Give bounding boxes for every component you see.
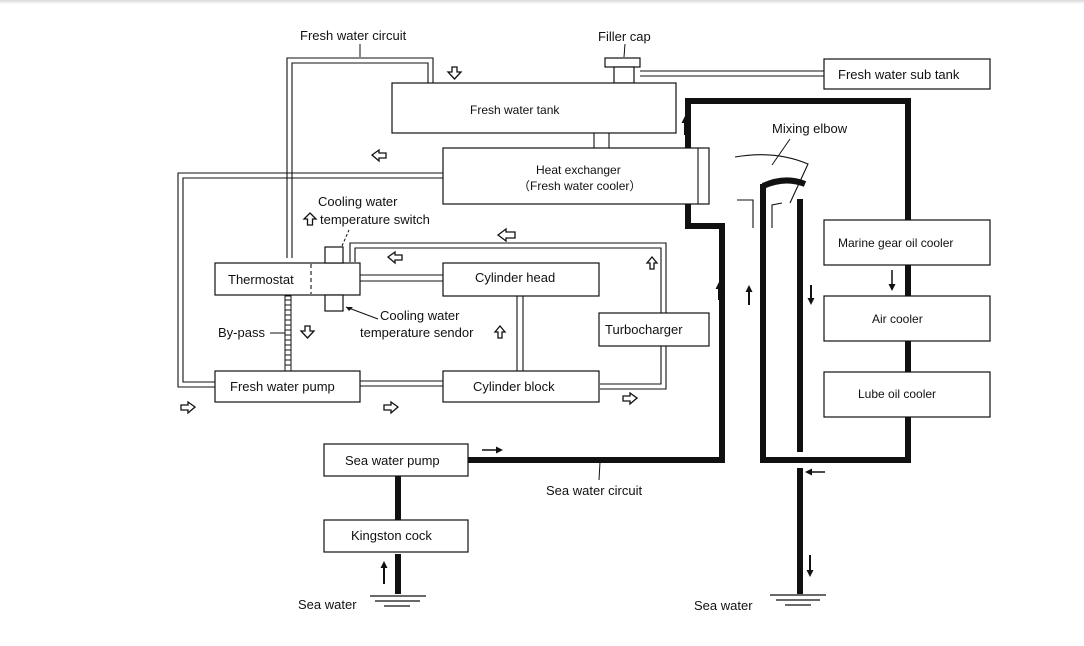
sea-water-inlet-ground xyxy=(370,595,426,607)
filler-cap-label: Filler cap xyxy=(598,29,651,44)
sea-water-pump-label: Sea water pump xyxy=(345,453,440,468)
hollow-arrow-up-icon xyxy=(493,324,507,339)
temperature-sensor-body xyxy=(324,294,344,312)
temperature-switch-leader xyxy=(341,229,350,247)
filler-cap-leader xyxy=(623,43,626,58)
temp-sensor-label-line2: temperature sendor xyxy=(360,325,474,340)
solid-arrow-down-icon xyxy=(888,270,896,291)
bypass-pipe xyxy=(284,295,292,372)
temp-switch-label-line2: temperature switch xyxy=(320,212,430,227)
fresh-water-tank-label: Fresh water tank xyxy=(470,103,560,117)
temperature-switch-body xyxy=(324,246,344,264)
mixing-elbow-label: Mixing elbow xyxy=(772,121,848,136)
sea-water-circuit-leader xyxy=(598,461,601,481)
air-cooler-label: Air cooler xyxy=(872,312,923,326)
solid-arrow-down-icon xyxy=(806,555,814,577)
cylinder-head-label: Cylinder head xyxy=(475,270,555,285)
marine-gear-oil-cooler-label: Marine gear oil cooler xyxy=(838,236,953,250)
sea-water-inlet-label: Sea water xyxy=(298,597,357,612)
lube-oil-cooler-label: Lube oil cooler xyxy=(858,387,936,401)
solid-arrow-right-icon xyxy=(482,446,503,454)
bypass-label: By-pass xyxy=(218,325,265,340)
hollow-arrow-right-icon xyxy=(180,400,197,415)
kingston-cock-label: Kingston cock xyxy=(351,528,432,543)
turbocharger-label: Turbocharger xyxy=(605,322,683,337)
fresh-water-sub-tank-label: Fresh water sub tank xyxy=(838,67,960,82)
solid-arrow-down-icon xyxy=(807,285,815,305)
temp-switch-label-line1: Cooling water xyxy=(318,194,398,209)
hollow-arrow-left-icon xyxy=(370,148,387,163)
cooling-system-diagram: Fresh water circuit Filler cap Fresh wat… xyxy=(177,28,991,613)
hollow-arrow-up-icon xyxy=(645,255,659,270)
thermostat-label: Thermostat xyxy=(228,272,294,287)
mixing-elbow-leader xyxy=(771,138,791,166)
temp-sensor-label-line1: Cooling water xyxy=(380,308,460,323)
fresh-water-pump-label: Fresh water pump xyxy=(230,379,335,394)
hollow-arrow-up-icon xyxy=(302,212,318,226)
fresh-water-circuit-label: Fresh water circuit xyxy=(300,28,407,43)
hollow-arrow-down-icon xyxy=(446,66,463,80)
hollow-arrow-left-icon xyxy=(386,250,403,265)
solid-arrow-up-icon xyxy=(745,285,753,305)
filler-cap xyxy=(604,57,641,84)
hollow-arrow-right-icon xyxy=(383,400,400,415)
sea-water-outlet-label: Sea water xyxy=(694,598,753,613)
solid-arrow-up-icon xyxy=(380,561,388,584)
cylinder-block-label: Cylinder block xyxy=(473,379,555,394)
heat-exchanger-label: Heat exchanger xyxy=(536,163,621,177)
solid-arrow-left-icon xyxy=(805,468,825,476)
heat-exchanger-sublabel: （Fresh water cooler） xyxy=(518,179,641,193)
hollow-arrow-down-icon xyxy=(299,325,316,339)
sea-water-circuit-label: Sea water circuit xyxy=(546,483,642,498)
hollow-arrow-left-icon xyxy=(496,227,516,243)
hollow-arrow-right-icon xyxy=(622,391,639,406)
sea-water-outlet-ground xyxy=(770,594,826,606)
